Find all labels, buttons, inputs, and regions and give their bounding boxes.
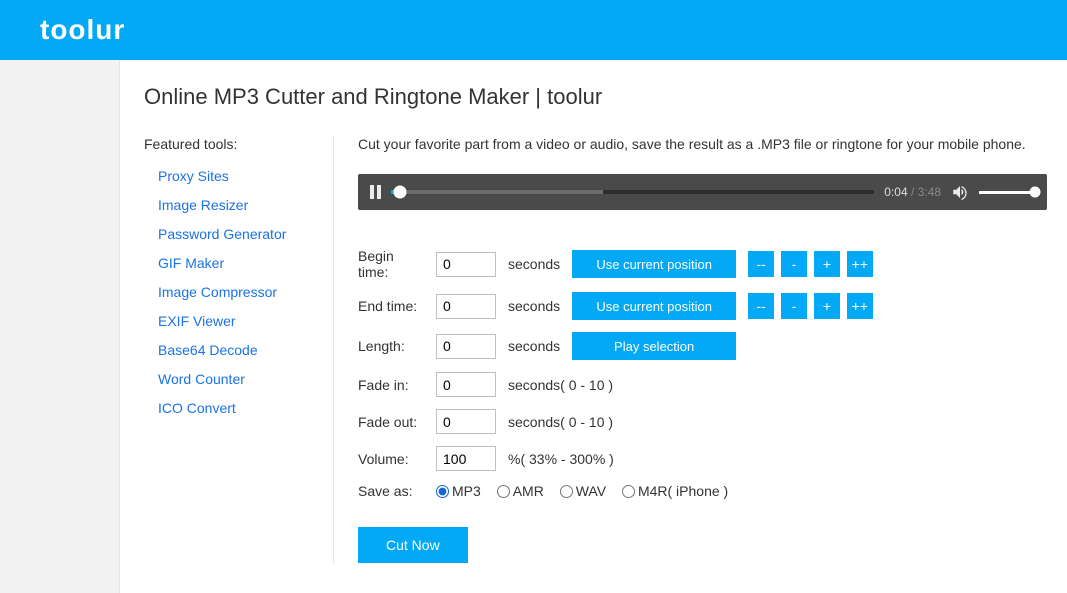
play-selection-button[interactable]: Play selection <box>572 332 736 360</box>
end-time-unit: seconds <box>508 292 572 320</box>
length-label: Length: <box>358 332 436 360</box>
format-amr-radio[interactable] <box>497 485 510 498</box>
begin-dec-10-button[interactable]: -- <box>748 251 774 277</box>
seek-thumb[interactable] <box>394 186 407 199</box>
begin-use-current-button[interactable]: Use current position <box>572 250 736 278</box>
volume-thumb[interactable] <box>1030 187 1041 198</box>
volume-hint: %( 33% - 300% ) <box>508 446 888 471</box>
end-dec-10-button[interactable]: -- <box>748 293 774 319</box>
main-panel: Cut your favorite part from a video or a… <box>334 136 1047 563</box>
content-area: Online MP3 Cutter and Ringtone Maker | t… <box>120 60 1067 593</box>
seek-track[interactable] <box>391 190 874 194</box>
duration-time: 3:48 <box>918 185 941 199</box>
save-as-label: Save as: <box>358 483 436 499</box>
sidebar-link-proxy-sites[interactable]: Proxy Sites <box>158 168 229 184</box>
begin-time-label: Begin time: <box>358 248 436 280</box>
fade-out-hint: seconds( 0 - 10 ) <box>508 409 888 434</box>
format-mp3-radio[interactable] <box>436 485 449 498</box>
sidebar-link-image-compressor[interactable]: Image Compressor <box>158 284 277 300</box>
sidebar-link-gif-maker[interactable]: GIF Maker <box>158 255 224 271</box>
sidebar-link-base64-decode[interactable]: Base64 Decode <box>158 342 258 358</box>
cutter-form: Begin time: seconds Use current position… <box>358 236 888 511</box>
sidebar-link-ico-convert[interactable]: ICO Convert <box>158 400 236 416</box>
end-time-label: End time: <box>358 292 436 320</box>
sidebar-link-password-generator[interactable]: Password Generator <box>158 226 286 242</box>
sidebar-link-word-counter[interactable]: Word Counter <box>158 371 245 387</box>
sidebar-link-exif-viewer[interactable]: EXIF Viewer <box>158 313 236 329</box>
featured-tools-heading: Featured tools: <box>144 136 321 152</box>
volume-label: Volume: <box>358 446 436 471</box>
page-title: Online MP3 Cutter and Ringtone Maker | t… <box>144 84 1047 110</box>
page-layout: Online MP3 Cutter and Ringtone Maker | t… <box>0 60 1067 593</box>
volume-icon[interactable] <box>951 183 969 201</box>
elapsed-time: 0:04 <box>884 185 907 199</box>
begin-inc-10-button[interactable]: ++ <box>847 251 873 277</box>
format-amr-label[interactable]: AMR <box>497 483 544 499</box>
begin-dec-1-button[interactable]: - <box>781 251 807 277</box>
format-mp3-label[interactable]: MP3 <box>436 483 481 499</box>
pause-icon[interactable] <box>370 185 381 199</box>
volume-input[interactable] <box>436 446 496 471</box>
length-unit: seconds <box>508 332 572 360</box>
fade-out-label: Fade out: <box>358 409 436 434</box>
volume-slider[interactable] <box>979 191 1035 194</box>
left-gutter <box>0 60 120 593</box>
brand-logo[interactable]: toolur <box>40 14 125 46</box>
end-inc-1-button[interactable]: + <box>814 293 840 319</box>
page-description: Cut your favorite part from a video or a… <box>358 136 1047 152</box>
format-wav-radio[interactable] <box>560 485 573 498</box>
audio-player: 0:04 / 3:48 <box>358 174 1047 210</box>
format-radios: MP3 AMR WAV M4R( iPhone ) <box>436 483 888 499</box>
end-use-current-button[interactable]: Use current position <box>572 292 736 320</box>
fade-out-input[interactable] <box>436 409 496 434</box>
time-display: 0:04 / 3:48 <box>884 185 941 199</box>
end-dec-1-button[interactable]: - <box>781 293 807 319</box>
buffer-bar <box>400 190 603 194</box>
cut-now-button[interactable]: Cut Now <box>358 527 468 563</box>
format-wav-label[interactable]: WAV <box>560 483 606 499</box>
begin-time-input[interactable] <box>436 252 496 277</box>
fade-in-input[interactable] <box>436 372 496 397</box>
end-inc-10-button[interactable]: ++ <box>847 293 873 319</box>
format-m4r-radio[interactable] <box>622 485 635 498</box>
format-m4r-label[interactable]: M4R( iPhone ) <box>622 483 728 499</box>
fade-in-hint: seconds( 0 - 10 ) <box>508 372 888 397</box>
featured-tools-sidebar: Featured tools: Proxy Sites Image Resize… <box>144 136 334 563</box>
begin-inc-1-button[interactable]: + <box>814 251 840 277</box>
sidebar-link-image-resizer[interactable]: Image Resizer <box>158 197 248 213</box>
end-time-input[interactable] <box>436 294 496 319</box>
begin-time-unit: seconds <box>508 248 572 280</box>
length-input[interactable] <box>436 334 496 359</box>
fade-in-label: Fade in: <box>358 372 436 397</box>
top-bar: toolur <box>0 0 1067 60</box>
